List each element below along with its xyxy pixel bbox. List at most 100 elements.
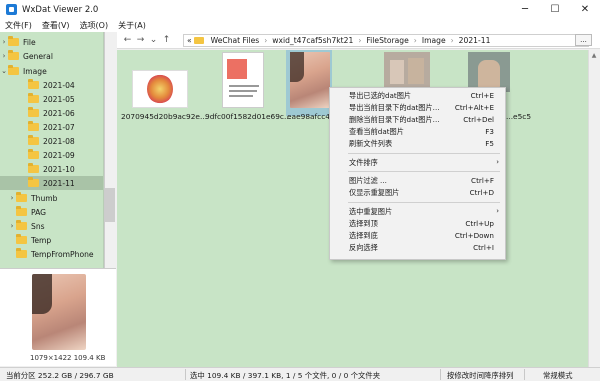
tree-item[interactable]: TempFromPhone — [0, 247, 103, 261]
folder-icon — [16, 234, 27, 244]
context-menu-label: 查看当前dat图片 — [349, 127, 404, 136]
status-sort: 按修改时间降序排列 — [447, 371, 514, 380]
tree-scrollbar[interactable] — [104, 32, 116, 268]
menu-about[interactable]: 关于(A) — [113, 20, 151, 31]
tree-item[interactable]: 2021-10 — [0, 162, 103, 176]
context-menu-shortcut: Ctrl+Del — [463, 115, 494, 124]
context-menu-item[interactable]: 刷新文件列表 F5 — [330, 139, 505, 150]
scroll-up-icon[interactable]: ▲ — [588, 52, 600, 59]
folder-icon — [16, 220, 27, 230]
context-menu-label: 选择到底 — [349, 231, 378, 240]
tree-scrollbar-thumb[interactable] — [105, 188, 115, 222]
tree-item-label: 2021-10 — [43, 164, 75, 174]
forward-icon[interactable]: → — [134, 35, 147, 45]
breadcrumb-item[interactable]: wxid_t47caf5sh7kt21 — [269, 36, 356, 45]
folder-icon — [28, 79, 39, 89]
history-dropdown-icon[interactable]: ⌄ — [147, 35, 160, 45]
menu-view[interactable]: 查看(V) — [37, 20, 75, 31]
file-thumbnail[interactable] — [132, 70, 188, 108]
folder-icon — [28, 121, 39, 131]
file-name[interactable]: eae98afcc47 — [287, 112, 335, 121]
status-partition: 当前分区 252.2 GB / 296.7 GB — [6, 371, 114, 380]
tree-item[interactable]: ⌄ Image — [0, 64, 103, 78]
folder-icon — [193, 37, 204, 44]
preview-image-detail — [32, 274, 52, 314]
breadcrumb-overflow-icon[interactable]: « — [187, 36, 192, 45]
file-name[interactable]: 9dfc00f1582d01e69c... — [205, 112, 291, 121]
context-menu-label: 反向选择 — [349, 243, 378, 252]
tree-item[interactable]: PAG — [0, 205, 103, 219]
address-bar[interactable]: « WeChat Files › wxid_t47caf5sh7kt21 › F… — [183, 34, 589, 47]
tree-item[interactable]: 2021-04 — [0, 78, 103, 92]
submenu-arrow-icon: › — [496, 158, 499, 166]
up-folder-icon[interactable]: ↑ — [160, 35, 173, 45]
tree-item[interactable]: 2021-09 — [0, 148, 103, 162]
breadcrumb-separator-icon: › — [264, 36, 268, 45]
file-thumbnail[interactable] — [384, 52, 430, 88]
menu-options[interactable]: 选项(O) — [75, 20, 114, 31]
context-menu-item[interactable]: 删除当前目录下的dat图片... Ctrl+Del — [330, 115, 505, 126]
back-icon[interactable]: ← — [121, 35, 134, 45]
context-menu-shortcut: Ctrl+D — [469, 188, 494, 197]
context-menu-item[interactable]: 仅显示重复图片 Ctrl+D — [330, 188, 505, 199]
folder-icon — [28, 135, 39, 145]
tree-item-label: 2021-07 — [43, 122, 75, 132]
chevron-right-icon[interactable]: › — [8, 222, 16, 230]
tree-item[interactable]: 2021-05 — [0, 92, 103, 106]
folder-icon — [28, 149, 39, 159]
context-menu-label: 图片过滤 ... — [349, 176, 387, 185]
context-menu-item[interactable]: 选择到顶 Ctrl+Up — [330, 219, 505, 230]
folder-icon — [28, 177, 39, 187]
context-menu-item[interactable]: 导出当前目录下的dat图片... Ctrl+Alt+E — [330, 103, 505, 114]
file-name[interactable]: 2070945d20b9ac92e... — [121, 112, 207, 121]
close-button[interactable]: ✕ — [570, 0, 600, 19]
breadcrumb-item[interactable]: Image — [419, 36, 449, 45]
folder-icon — [16, 206, 27, 216]
context-menu-separator — [348, 171, 500, 172]
tree-item-label: General — [23, 51, 53, 61]
file-thumbnail[interactable] — [290, 52, 330, 108]
tree-item[interactable]: 2021-11 — [0, 176, 103, 190]
tree-item[interactable]: Temp — [0, 233, 103, 247]
tree-item[interactable]: 2021-06 — [0, 106, 103, 120]
context-menu-item[interactable]: 选择到底 Ctrl+Down — [330, 231, 505, 242]
context-menu-item[interactable]: 查看当前dat图片 F3 — [330, 127, 505, 138]
menu-file[interactable]: 文件(F) — [0, 20, 37, 31]
context-menu-item[interactable]: 反向选择 Ctrl+I — [330, 243, 505, 254]
navigation-bar: ← → ⌄ ↑ « WeChat Files › wxid_t47caf5sh7… — [117, 32, 600, 49]
file-scrollbar[interactable] — [588, 50, 600, 367]
tree-item[interactable]: 2021-07 — [0, 120, 103, 134]
context-menu-shortcut: Ctrl+F — [471, 176, 494, 185]
file-thumbnail[interactable] — [468, 52, 510, 92]
more-button[interactable]: ... — [575, 34, 592, 46]
context-menu-item[interactable]: 选中重复图片 › — [330, 207, 505, 218]
chevron-right-icon[interactable]: › — [0, 52, 8, 60]
tree-item[interactable]: 2021-08 — [0, 134, 103, 148]
breadcrumb-item[interactable]: 2021-11 — [456, 36, 494, 45]
breadcrumb-item[interactable]: WeChat Files — [208, 36, 263, 45]
tree-item-label: 2021-06 — [43, 108, 75, 118]
folder-icon — [8, 50, 19, 60]
context-menu-item[interactable]: 文件排序 › — [330, 158, 505, 169]
breadcrumb-item[interactable]: FileStorage — [363, 36, 411, 45]
chevron-right-icon[interactable]: › — [8, 194, 16, 202]
file-thumbnail[interactable] — [222, 52, 264, 108]
chevron-down-icon[interactable]: ⌄ — [0, 67, 8, 75]
chevron-right-icon[interactable]: › — [0, 38, 8, 46]
tree-item[interactable]: › Thumb — [0, 191, 103, 205]
context-menu-item[interactable]: 导出已选的dat图片 Ctrl+E — [330, 91, 505, 102]
maximize-button[interactable]: ☐ — [540, 0, 570, 19]
tree-item-label: 2021-09 — [43, 150, 75, 160]
window-title: WxDat Viewer 2.0 — [22, 4, 99, 15]
folder-icon — [28, 107, 39, 117]
context-menu-label: 刷新文件列表 — [349, 139, 393, 148]
context-menu-item[interactable]: 图片过滤 ... Ctrl+F — [330, 176, 505, 187]
tree-item[interactable]: › File — [0, 35, 103, 49]
status-divider — [524, 369, 525, 380]
tree-item[interactable]: › General — [0, 49, 103, 63]
minimize-button[interactable]: ─ — [510, 0, 540, 19]
breadcrumb-separator-icon: › — [450, 36, 454, 45]
tree-item[interactable]: › Sns — [0, 219, 103, 233]
context-menu-shortcut: Ctrl+I — [473, 243, 494, 252]
file-name[interactable]: ...e5c5 — [506, 112, 531, 121]
